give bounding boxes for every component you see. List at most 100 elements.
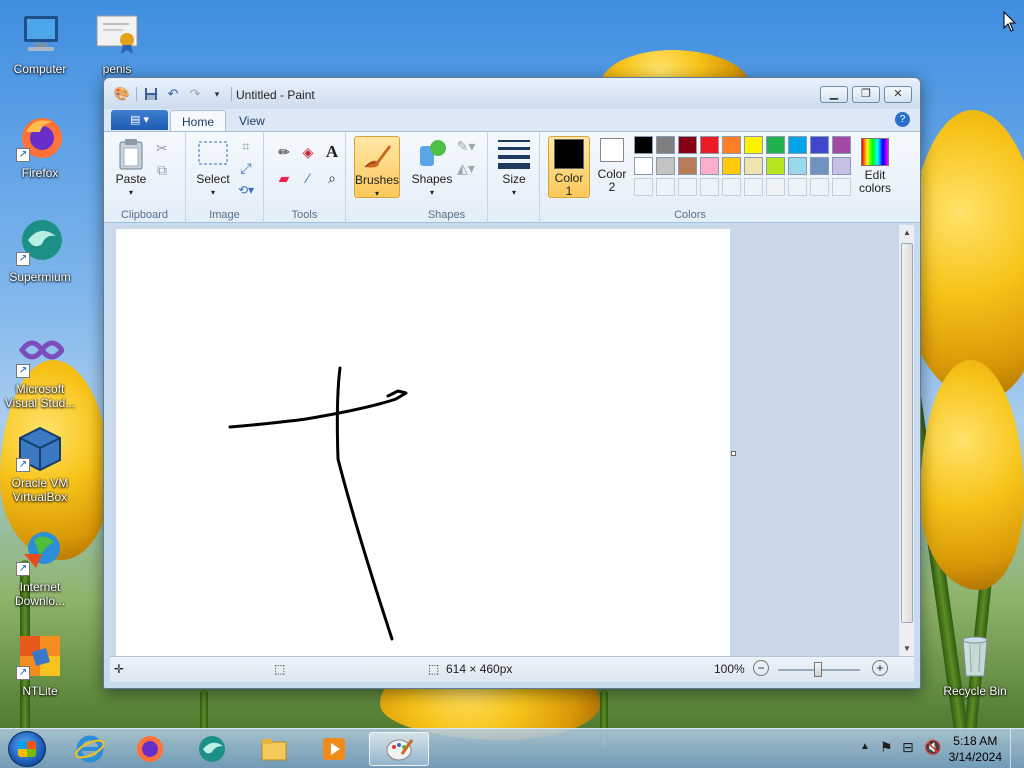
help-icon[interactable]: ? [895,112,910,127]
maximize-button[interactable]: ❐ [852,86,880,103]
palette-swatch[interactable] [678,157,697,175]
minimize-button[interactable]: ▁ [820,86,848,103]
save-icon[interactable] [143,86,159,102]
palette-swatch[interactable] [832,136,851,154]
pencil-icon[interactable]: ✏ [274,142,294,162]
tab-home[interactable]: Home [170,110,227,131]
desktop-icon-visual-studio[interactable]: ↗ Microsoft Visual Stud... [0,330,80,410]
desktop-icon-supermium[interactable]: ↗ Supermium [0,218,80,284]
rotate-icon[interactable]: ⟲▾ [236,180,256,200]
paste-button[interactable]: Paste ▾ [112,138,150,199]
shape-fill-icon[interactable]: ◭▾ [456,158,476,178]
palette-swatch[interactable] [744,178,763,196]
palette-swatch[interactable] [700,157,719,175]
desktop-icon-internet-download-manager[interactable]: ↗ Internet Downlo... [0,528,80,608]
palette-swatch[interactable] [700,178,719,196]
scroll-down-arrow[interactable]: ▼ [899,641,915,657]
taskbar-internet-explorer[interactable] [63,732,117,766]
shapes-button[interactable]: Shapes ▾ [410,138,454,199]
palette-swatch[interactable] [810,136,829,154]
palette-swatch[interactable] [810,178,829,196]
palette-swatch[interactable] [788,157,807,175]
color1-button[interactable]: Color 1 [548,136,590,198]
edit-colors-button[interactable]: Edit colors [852,138,898,195]
taskbar-firefox[interactable] [123,732,177,766]
show-hidden-icons-icon[interactable]: ▲ [860,741,870,752]
desktop-icon-firefox[interactable]: ↗ Firefox [0,114,80,180]
palette-swatch[interactable] [634,178,653,196]
palette-swatch[interactable] [656,178,675,196]
copy-icon[interactable]: ⧉ [152,160,172,180]
palette-swatch[interactable] [832,157,851,175]
palette-swatch[interactable] [788,136,807,154]
palette-swatch[interactable] [722,157,741,175]
palette-swatch[interactable] [678,136,697,154]
vertical-scrollbar[interactable]: ▲ ▼ [898,225,914,657]
zoom-in-button[interactable]: + [872,660,888,676]
cut-icon[interactable]: ✂ [152,138,172,158]
palette-swatch[interactable] [678,178,697,196]
start-button[interactable] [8,731,46,767]
drawing-canvas[interactable] [116,229,730,657]
undo-icon[interactable]: ↶ [165,86,181,102]
zoom-slider-thumb[interactable] [814,662,822,677]
show-desktop-button[interactable] [1010,729,1024,768]
palette-swatch[interactable] [744,157,763,175]
paint-app-icon[interactable]: 🎨 [114,86,130,102]
palette-swatch[interactable] [656,157,675,175]
shortcut-arrow-icon: ↗ [16,458,30,472]
palette-swatch[interactable] [634,136,653,154]
palette-swatch[interactable] [766,178,785,196]
paint-menu-button[interactable]: ▤ ▾ [111,110,168,130]
canvas-resize-handle[interactable] [731,451,736,456]
palette-swatch[interactable] [766,136,785,154]
title-bar[interactable]: 🎨 ↶ ↷ ▾ Untitled - Paint ▁ ❐ ✕ [104,78,920,109]
palette-swatch[interactable] [766,157,785,175]
shortcut-arrow-icon: ↗ [16,148,30,162]
desktop-icon-penis[interactable]: penis [77,10,157,76]
network-icon[interactable]: ⊟ [902,739,914,756]
action-center-flag-icon[interactable]: ⚑ [880,739,893,756]
volume-muted-icon[interactable]: 🔇 [924,739,941,756]
taskbar-media-player[interactable] [307,732,361,766]
palette-swatch[interactable] [656,136,675,154]
mouse-cursor-icon [1003,11,1017,32]
taskbar-file-explorer[interactable] [247,732,301,766]
redo-icon[interactable]: ↷ [187,86,203,102]
outline-icon[interactable]: ✎▾ [456,136,476,156]
scroll-thumb[interactable] [901,243,913,623]
palette-swatch[interactable] [634,157,653,175]
crop-icon[interactable]: ⌗ [236,136,256,156]
taskbar-supermium[interactable] [185,732,239,766]
close-button[interactable]: ✕ [884,86,912,103]
palette-swatch[interactable] [788,178,807,196]
palette-swatch[interactable] [744,136,763,154]
desktop-icon-label: penis [102,62,132,76]
palette-swatch[interactable] [832,178,851,196]
desktop-icon-ntlite[interactable]: ↗ NTLite [0,632,80,698]
taskbar-paint[interactable] [369,732,429,766]
color2-button[interactable]: Color 2 [592,138,632,194]
brushes-button[interactable]: Brushes ▾ [354,136,400,198]
select-button[interactable]: Select ▾ [192,138,234,199]
magnifier-icon[interactable]: ⌕ [322,168,342,188]
desktop-icon-recycle-bin[interactable]: Recycle Bin [935,632,1015,698]
eraser-icon[interactable]: ▰ [274,168,294,188]
fill-icon[interactable]: ◈ [298,142,318,162]
tab-view[interactable]: View [228,110,276,131]
palette-swatch[interactable] [722,178,741,196]
desktop-icon-virtualbox[interactable]: ↗ Oracle VM VirtualBox [0,424,80,504]
scroll-up-arrow[interactable]: ▲ [899,225,915,241]
resize-icon[interactable]: ⤢ [236,158,256,178]
desktop-icon-computer[interactable]: Computer [0,10,80,76]
palette-swatch[interactable] [700,136,719,154]
palette-swatch[interactable] [722,136,741,154]
color-picker-icon[interactable]: ⁄ [298,168,318,188]
palette-swatch[interactable] [810,157,829,175]
size-button[interactable]: Size ▾ [494,138,534,199]
customize-qat-icon[interactable]: ▾ [209,86,225,102]
text-icon[interactable]: A [322,142,342,162]
tools-group: ✏ ◈ A ▰ ⁄ ⌕ Tools [264,132,346,224]
zoom-out-button[interactable]: − [753,660,769,676]
clock[interactable]: 5:18 AM 3/14/2024 [949,733,1002,765]
